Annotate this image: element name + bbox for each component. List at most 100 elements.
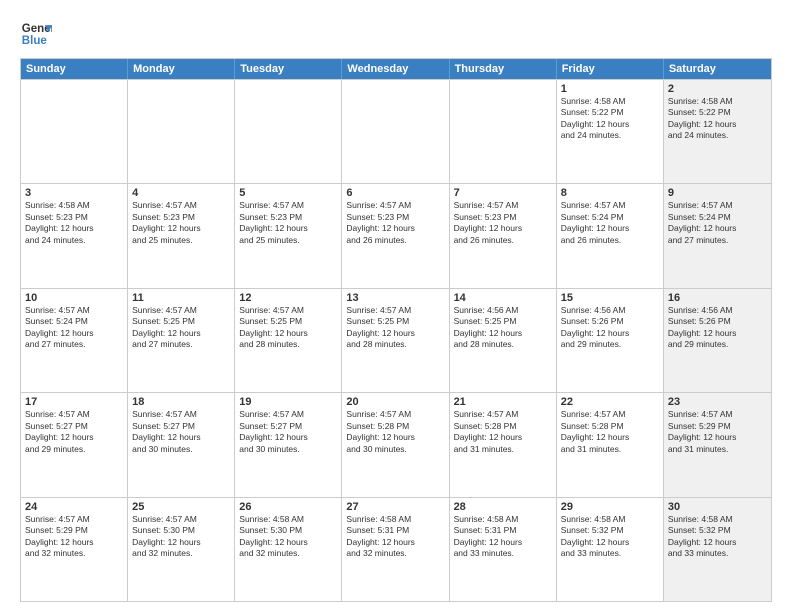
calendar-week-1: 1Sunrise: 4:58 AM Sunset: 5:22 PM Daylig… [21,79,771,183]
calendar-day-13: 13Sunrise: 4:57 AM Sunset: 5:25 PM Dayli… [342,289,449,392]
day-number: 28 [454,501,552,513]
calendar-page: General Blue SundayMondayTuesdayWednesda… [0,0,792,612]
day-info: Sunrise: 4:57 AM Sunset: 5:27 PM Dayligh… [132,409,230,455]
day-info: Sunrise: 4:57 AM Sunset: 5:24 PM Dayligh… [25,305,123,351]
calendar-day-15: 15Sunrise: 4:56 AM Sunset: 5:26 PM Dayli… [557,289,664,392]
calendar-day-4: 4Sunrise: 4:57 AM Sunset: 5:23 PM Daylig… [128,184,235,287]
calendar-day-25: 25Sunrise: 4:57 AM Sunset: 5:30 PM Dayli… [128,498,235,601]
day-number: 6 [346,187,444,199]
calendar-empty-cell [21,80,128,183]
day-number: 9 [668,187,767,199]
calendar-day-2: 2Sunrise: 4:58 AM Sunset: 5:22 PM Daylig… [664,80,771,183]
day-info: Sunrise: 4:56 AM Sunset: 5:25 PM Dayligh… [454,305,552,351]
calendar-day-21: 21Sunrise: 4:57 AM Sunset: 5:28 PM Dayli… [450,393,557,496]
calendar-day-19: 19Sunrise: 4:57 AM Sunset: 5:27 PM Dayli… [235,393,342,496]
calendar-day-6: 6Sunrise: 4:57 AM Sunset: 5:23 PM Daylig… [342,184,449,287]
day-number: 21 [454,396,552,408]
calendar: SundayMondayTuesdayWednesdayThursdayFrid… [20,58,772,602]
weekday-header-friday: Friday [557,59,664,79]
logo: General Blue [20,18,52,50]
day-number: 27 [346,501,444,513]
calendar-day-26: 26Sunrise: 4:58 AM Sunset: 5:30 PM Dayli… [235,498,342,601]
day-info: Sunrise: 4:57 AM Sunset: 5:29 PM Dayligh… [25,514,123,560]
day-info: Sunrise: 4:58 AM Sunset: 5:32 PM Dayligh… [668,514,767,560]
calendar-day-7: 7Sunrise: 4:57 AM Sunset: 5:23 PM Daylig… [450,184,557,287]
logo-icon: General Blue [20,18,52,50]
calendar-day-23: 23Sunrise: 4:57 AM Sunset: 5:29 PM Dayli… [664,393,771,496]
day-number: 10 [25,292,123,304]
day-number: 29 [561,501,659,513]
calendar-day-8: 8Sunrise: 4:57 AM Sunset: 5:24 PM Daylig… [557,184,664,287]
day-info: Sunrise: 4:58 AM Sunset: 5:22 PM Dayligh… [561,96,659,142]
header: General Blue [20,18,772,50]
calendar-week-2: 3Sunrise: 4:58 AM Sunset: 5:23 PM Daylig… [21,183,771,287]
calendar-week-4: 17Sunrise: 4:57 AM Sunset: 5:27 PM Dayli… [21,392,771,496]
calendar-empty-cell [450,80,557,183]
day-number: 12 [239,292,337,304]
day-number: 7 [454,187,552,199]
day-number: 4 [132,187,230,199]
day-info: Sunrise: 4:57 AM Sunset: 5:29 PM Dayligh… [668,409,767,455]
day-number: 23 [668,396,767,408]
calendar-day-27: 27Sunrise: 4:58 AM Sunset: 5:31 PM Dayli… [342,498,449,601]
day-number: 5 [239,187,337,199]
calendar-day-22: 22Sunrise: 4:57 AM Sunset: 5:28 PM Dayli… [557,393,664,496]
day-info: Sunrise: 4:57 AM Sunset: 5:23 PM Dayligh… [346,200,444,246]
day-number: 18 [132,396,230,408]
weekday-header-wednesday: Wednesday [342,59,449,79]
day-number: 15 [561,292,659,304]
day-number: 25 [132,501,230,513]
day-info: Sunrise: 4:58 AM Sunset: 5:31 PM Dayligh… [454,514,552,560]
day-info: Sunrise: 4:58 AM Sunset: 5:31 PM Dayligh… [346,514,444,560]
calendar-header-row: SundayMondayTuesdayWednesdayThursdayFrid… [21,59,771,79]
day-number: 16 [668,292,767,304]
day-info: Sunrise: 4:57 AM Sunset: 5:25 PM Dayligh… [346,305,444,351]
day-number: 24 [25,501,123,513]
day-info: Sunrise: 4:57 AM Sunset: 5:27 PM Dayligh… [25,409,123,455]
day-info: Sunrise: 4:57 AM Sunset: 5:25 PM Dayligh… [239,305,337,351]
day-info: Sunrise: 4:58 AM Sunset: 5:23 PM Dayligh… [25,200,123,246]
day-number: 13 [346,292,444,304]
calendar-day-20: 20Sunrise: 4:57 AM Sunset: 5:28 PM Dayli… [342,393,449,496]
calendar-day-3: 3Sunrise: 4:58 AM Sunset: 5:23 PM Daylig… [21,184,128,287]
day-info: Sunrise: 4:56 AM Sunset: 5:26 PM Dayligh… [668,305,767,351]
day-info: Sunrise: 4:57 AM Sunset: 5:25 PM Dayligh… [132,305,230,351]
calendar-empty-cell [128,80,235,183]
day-info: Sunrise: 4:58 AM Sunset: 5:22 PM Dayligh… [668,96,767,142]
day-number: 11 [132,292,230,304]
weekday-header-sunday: Sunday [21,59,128,79]
calendar-day-16: 16Sunrise: 4:56 AM Sunset: 5:26 PM Dayli… [664,289,771,392]
day-number: 2 [668,83,767,95]
day-number: 1 [561,83,659,95]
calendar-day-12: 12Sunrise: 4:57 AM Sunset: 5:25 PM Dayli… [235,289,342,392]
calendar-day-14: 14Sunrise: 4:56 AM Sunset: 5:25 PM Dayli… [450,289,557,392]
day-info: Sunrise: 4:57 AM Sunset: 5:23 PM Dayligh… [239,200,337,246]
calendar-week-5: 24Sunrise: 4:57 AM Sunset: 5:29 PM Dayli… [21,497,771,601]
day-number: 19 [239,396,337,408]
calendar-day-18: 18Sunrise: 4:57 AM Sunset: 5:27 PM Dayli… [128,393,235,496]
day-number: 26 [239,501,337,513]
day-number: 17 [25,396,123,408]
day-info: Sunrise: 4:56 AM Sunset: 5:26 PM Dayligh… [561,305,659,351]
day-number: 22 [561,396,659,408]
calendar-empty-cell [235,80,342,183]
day-info: Sunrise: 4:57 AM Sunset: 5:23 PM Dayligh… [132,200,230,246]
calendar-day-9: 9Sunrise: 4:57 AM Sunset: 5:24 PM Daylig… [664,184,771,287]
svg-text:Blue: Blue [22,35,48,47]
calendar-day-24: 24Sunrise: 4:57 AM Sunset: 5:29 PM Dayli… [21,498,128,601]
day-info: Sunrise: 4:57 AM Sunset: 5:28 PM Dayligh… [561,409,659,455]
weekday-header-monday: Monday [128,59,235,79]
day-info: Sunrise: 4:57 AM Sunset: 5:30 PM Dayligh… [132,514,230,560]
day-info: Sunrise: 4:57 AM Sunset: 5:23 PM Dayligh… [454,200,552,246]
weekday-header-saturday: Saturday [664,59,771,79]
day-number: 8 [561,187,659,199]
calendar-day-29: 29Sunrise: 4:58 AM Sunset: 5:32 PM Dayli… [557,498,664,601]
calendar-week-3: 10Sunrise: 4:57 AM Sunset: 5:24 PM Dayli… [21,288,771,392]
day-info: Sunrise: 4:57 AM Sunset: 5:28 PM Dayligh… [346,409,444,455]
day-info: Sunrise: 4:58 AM Sunset: 5:30 PM Dayligh… [239,514,337,560]
day-info: Sunrise: 4:57 AM Sunset: 5:24 PM Dayligh… [668,200,767,246]
day-number: 14 [454,292,552,304]
day-info: Sunrise: 4:57 AM Sunset: 5:28 PM Dayligh… [454,409,552,455]
calendar-day-17: 17Sunrise: 4:57 AM Sunset: 5:27 PM Dayli… [21,393,128,496]
day-info: Sunrise: 4:57 AM Sunset: 5:24 PM Dayligh… [561,200,659,246]
